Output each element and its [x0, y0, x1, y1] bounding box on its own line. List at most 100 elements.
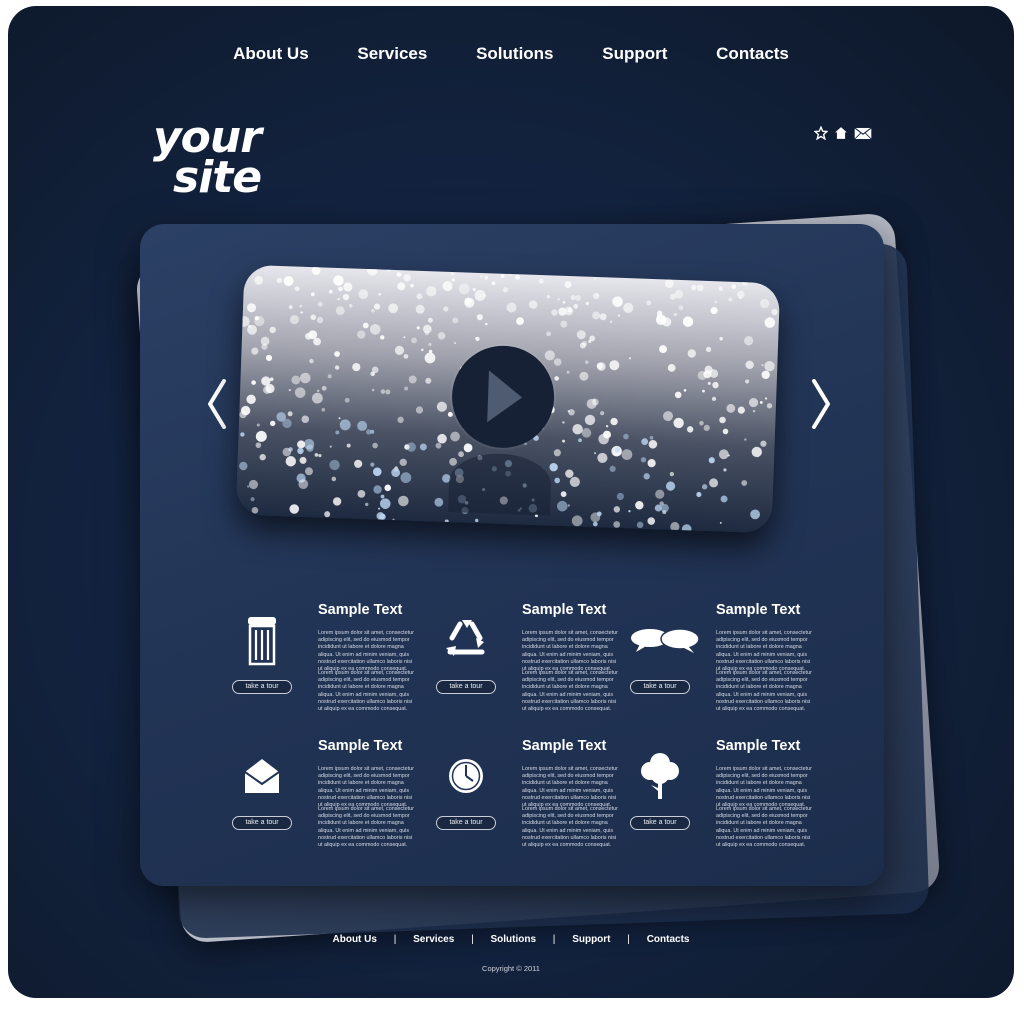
bokeh-dot [276, 277, 283, 284]
bokeh-dot [357, 330, 366, 339]
bokeh-dot [297, 440, 306, 449]
bokeh-dot [683, 388, 687, 392]
footer-link-solutions[interactable]: Solutions [490, 934, 536, 945]
take-a-tour-button[interactable]: take a tour [232, 816, 292, 830]
nav-contacts[interactable]: Contacts [716, 44, 789, 64]
bokeh-dot [560, 491, 567, 497]
bokeh-dot [635, 501, 644, 510]
bokeh-dot [599, 313, 607, 321]
feature-title: Sample Text [522, 602, 607, 618]
bokeh-dot [553, 358, 562, 366]
bokeh-dot [344, 397, 350, 403]
feature-text: Lorem ipsum dolor sit amet, consectetur … [318, 806, 414, 849]
copyright-text: Copyright © 2011 [482, 964, 540, 973]
bokeh-dot [388, 303, 399, 314]
take-a-tour-button[interactable]: take a tour [232, 680, 292, 694]
bokeh-dot [764, 361, 775, 372]
slider-prev-button[interactable] [204, 374, 230, 434]
mail-icon[interactable] [854, 127, 872, 140]
bokeh-dot [331, 476, 337, 482]
bokeh-dot [288, 388, 291, 392]
bokeh-dot [324, 511, 331, 518]
bokeh-dot [426, 285, 437, 297]
bokeh-dot [365, 429, 372, 435]
bokeh-dot [565, 469, 574, 478]
nav-services[interactable]: Services [357, 44, 427, 64]
bokeh-dot [585, 301, 589, 306]
video-slide[interactable] [235, 264, 781, 534]
bokeh-dot [696, 284, 704, 292]
footer-link-services[interactable]: Services [413, 934, 454, 945]
home-icon[interactable] [834, 126, 848, 140]
nav-about-us[interactable]: About Us [233, 44, 309, 64]
bokeh-dot [419, 443, 427, 451]
take-a-tour-button[interactable]: take a tour [436, 680, 496, 694]
bokeh-dot [288, 305, 293, 309]
bokeh-dot [566, 370, 570, 374]
take-a-tour-button[interactable]: take a tour [630, 680, 690, 694]
bokeh-dot [270, 420, 276, 427]
bokeh-dot [408, 375, 417, 384]
bokeh-dot [394, 345, 405, 355]
bokeh-dot [321, 408, 326, 412]
take-a-tour-button[interactable]: take a tour [630, 816, 690, 830]
chevron-right-icon [812, 379, 830, 429]
bokeh-dot [255, 430, 267, 442]
bokeh-dot [748, 397, 759, 408]
bokeh-dot [573, 303, 579, 309]
bokeh-dot [723, 468, 727, 472]
bokeh-dot [289, 504, 300, 514]
nav-solutions[interactable]: Solutions [476, 44, 553, 64]
bokeh-dot [294, 387, 306, 398]
bokeh-dot [475, 518, 479, 523]
bokeh-dot [712, 381, 719, 389]
bokeh-dot [647, 459, 656, 468]
bokeh-dot [546, 331, 552, 337]
bokeh-dot [447, 411, 453, 417]
footer-link-support[interactable]: Support [572, 934, 610, 945]
bokeh-dot [246, 394, 256, 405]
bokeh-dot [678, 305, 684, 311]
bokeh-dot [643, 473, 650, 480]
footer-link-about-us[interactable]: About Us [333, 934, 377, 945]
take-a-tour-button[interactable]: take a tour [436, 816, 496, 830]
bokeh-dot [378, 507, 381, 510]
bokeh-dot [560, 320, 568, 328]
bokeh-dot [329, 459, 340, 471]
bokeh-dot [287, 411, 293, 417]
bokeh-dot [458, 451, 464, 458]
bokeh-dot [764, 317, 776, 328]
bokeh-dot [667, 363, 676, 372]
bokeh-dot [741, 279, 748, 286]
bokeh-dot [391, 468, 401, 478]
bokeh-dot [696, 491, 702, 498]
bokeh-dot [427, 317, 433, 323]
bokeh-dot [646, 300, 652, 306]
bokeh-dot [750, 509, 761, 520]
bokeh-dot [436, 401, 447, 412]
bokeh-dot [592, 311, 601, 320]
bokeh-dot [708, 457, 715, 464]
bokeh-dot [719, 416, 726, 424]
bokeh-dot [434, 497, 444, 507]
play-icon [487, 370, 523, 423]
bokeh-dot [609, 360, 620, 371]
nav-support[interactable]: Support [602, 44, 667, 64]
slider-next-button[interactable] [808, 374, 834, 434]
tree-icon [630, 746, 690, 806]
bokeh-dot [472, 288, 476, 292]
feature-title: Sample Text [716, 602, 801, 618]
footer-separator: | [393, 934, 397, 945]
feature-title: Sample Text [318, 602, 403, 618]
bokeh-dot [255, 442, 262, 449]
bokeh-dot [416, 293, 423, 300]
bokeh-dot [406, 442, 416, 452]
bokeh-dot [403, 274, 411, 282]
bokeh-dot [648, 439, 658, 449]
bokeh-dot [397, 282, 406, 291]
footer-link-contacts[interactable]: Contacts [647, 934, 690, 945]
bokeh-dot [373, 303, 381, 310]
star-icon[interactable] [814, 126, 828, 140]
site-logo[interactable]: your site [153, 116, 262, 200]
bokeh-dot [299, 456, 307, 464]
